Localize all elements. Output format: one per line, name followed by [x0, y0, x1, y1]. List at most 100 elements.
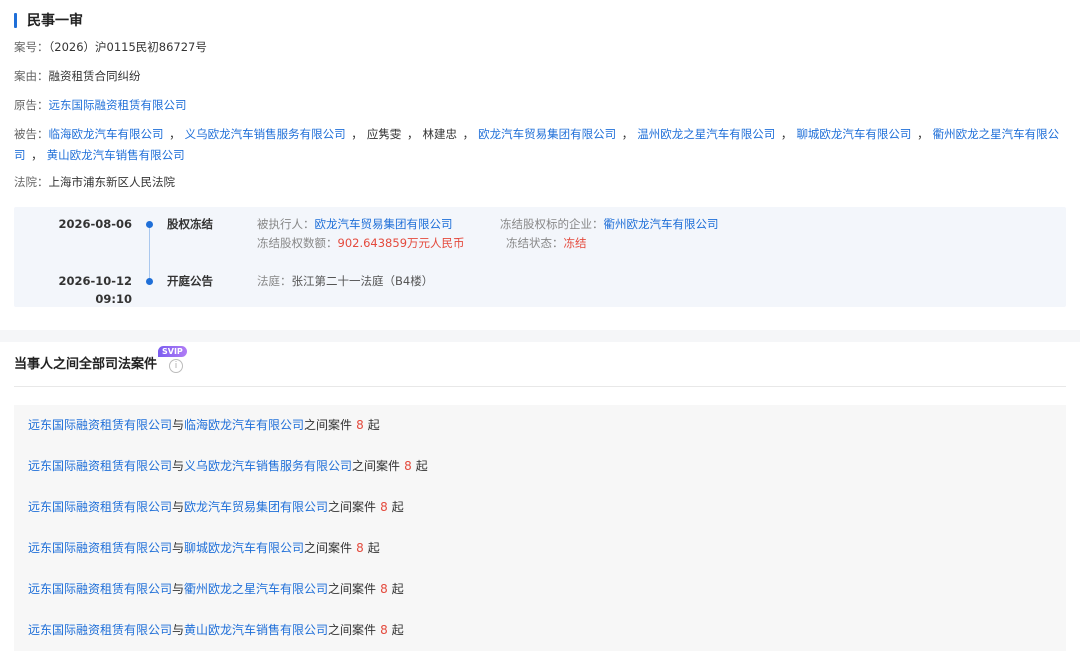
related-case-item: 远东国际融资租赁有限公司与聊城欧龙汽车有限公司之间案件 8 起 — [28, 539, 380, 557]
plaintiff-row: 原告：远东国际融资租赁有限公司 — [14, 95, 187, 116]
unit-text: 起 — [391, 582, 404, 596]
section-divider — [0, 330, 1080, 342]
between-text: 之间案件 — [352, 459, 401, 473]
unit-text: 起 — [391, 623, 404, 637]
party-a-link[interactable]: 远东国际融资租赁有限公司 — [28, 459, 172, 473]
timeline-connector — [149, 224, 150, 284]
between-text: 之间案件 — [304, 418, 353, 432]
unit-text: 起 — [391, 500, 404, 514]
defendant-separator: ， — [913, 127, 929, 141]
executed-party: 被执行人：欧龙汽车贸易集团有限公司 — [257, 215, 453, 233]
connector-text: 与 — [172, 500, 185, 514]
related-case-item: 远东国际融资租赁有限公司与黄山欧龙汽车销售有限公司之间案件 8 起 — [28, 621, 404, 639]
unit-text: 起 — [415, 459, 428, 473]
timeline-date: 2026-10-12 09:10 — [14, 272, 132, 308]
party-b-link[interactable]: 衢州欧龙之星汽车有限公司 — [184, 582, 328, 596]
executed-label: 被执行人： — [257, 217, 315, 231]
case-cause: 融资租赁合同纠纷 — [48, 69, 141, 83]
case-count[interactable]: 8 — [380, 582, 388, 596]
timeline-dot — [146, 278, 153, 285]
defendants-row: 被告：临海欧龙汽车有限公司 ，义乌欧龙汽车销售服务有限公司 ，应隽雯 ，林建忠 … — [14, 124, 1066, 166]
defendant-separator: ， — [618, 127, 634, 141]
defendant-link[interactable]: 临海欧龙汽车有限公司 — [49, 127, 164, 141]
timeline-type: 股权冻结 — [167, 217, 213, 231]
amount-label: 冻结股权数额： — [257, 236, 338, 250]
plaintiff-label: 原告： — [14, 98, 49, 112]
case-title-text: 民事一审 — [27, 13, 83, 29]
court-label: 法院： — [14, 175, 49, 189]
party-b-link[interactable]: 黄山欧龙汽车销售有限公司 — [184, 623, 328, 637]
svip-badge: SVIP — [158, 346, 187, 357]
defendant-separator: ， — [777, 127, 793, 141]
related-case-item: 远东国际融资租赁有限公司与临海欧龙汽车有限公司之间案件 8 起 — [28, 416, 380, 434]
case-title: 民事一审 — [14, 10, 83, 30]
between-text: 之间案件 — [328, 623, 377, 637]
party-b-link[interactable]: 临海欧龙汽车有限公司 — [184, 418, 304, 432]
case-detail-section: 民事一审 案号：（2026）沪0115民初86727号 案由：融资租赁合同纠纷 … — [0, 0, 1080, 330]
defendant-link[interactable]: 欧龙汽车贸易集团有限公司 — [478, 127, 616, 141]
defendant-link[interactable]: 黄山欧龙汽车销售有限公司 — [47, 148, 185, 162]
party-b-link[interactable]: 聊城欧龙汽车有限公司 — [184, 541, 304, 555]
status-value: 冻结 — [563, 236, 587, 250]
case-count[interactable]: 8 — [356, 541, 364, 555]
case-number-row: 案号：（2026）沪0115民初86727号 — [14, 37, 207, 58]
case-number-label: 案号： — [14, 40, 49, 54]
defendant-link[interactable]: 聊城欧龙汽车有限公司 — [796, 127, 911, 141]
timeline-date-day: 2026-10-12 — [58, 274, 132, 288]
defendant-name: 应隽雯 — [366, 127, 402, 141]
freeze-status: 冻结状态：冻结 — [506, 234, 587, 252]
amount-value: 902.643859万元人民币 — [337, 236, 465, 250]
party-a-link[interactable]: 远东国际融资租赁有限公司 — [28, 623, 172, 637]
case-timeline: 2026-08-06 股权冻结 被执行人：欧龙汽车贸易集团有限公司 冻结股权标的… — [14, 207, 1066, 307]
case-count[interactable]: 8 — [380, 623, 388, 637]
hearing-court-label: 法庭： — [257, 274, 292, 288]
unit-text: 起 — [367, 541, 380, 555]
timeline-type: 开庭公告 — [167, 274, 213, 288]
frozen-amount: 冻结股权数额：902.643859万元人民币 — [257, 234, 465, 252]
connector-text: 与 — [172, 541, 185, 555]
connector-text: 与 — [172, 623, 185, 637]
frozen-target: 冻结股权标的企业：衢州欧龙汽车有限公司 — [500, 215, 719, 233]
executed-link[interactable]: 欧龙汽车贸易集团有限公司 — [315, 217, 453, 231]
between-text: 之间案件 — [328, 582, 377, 596]
party-b-link[interactable]: 义乌欧龙汽车销售服务有限公司 — [184, 459, 352, 473]
timeline-date: 2026-08-06 — [58, 217, 132, 231]
target-link[interactable]: 衢州欧龙汽车有限公司 — [604, 217, 719, 231]
court-row: 法院：上海市浦东新区人民法院 — [14, 172, 175, 193]
party-b-link[interactable]: 欧龙汽车贸易集团有限公司 — [184, 500, 328, 514]
timeline-date-time: 09:10 — [95, 292, 132, 306]
defendant-separator: ， — [458, 127, 475, 141]
defendant-separator: ， — [165, 127, 181, 141]
plaintiff-link[interactable]: 远东国际融资租赁有限公司 — [49, 98, 187, 112]
party-a-link[interactable]: 远东国际融资租赁有限公司 — [28, 500, 172, 514]
related-case-item: 远东国际融资租赁有限公司与衢州欧龙之星汽车有限公司之间案件 8 起 — [28, 580, 404, 598]
case-count[interactable]: 8 — [380, 500, 388, 514]
defendant-separator: ， — [403, 127, 419, 141]
court-name: 上海市浦东新区人民法院 — [48, 175, 176, 189]
connector-text: 与 — [172, 459, 185, 473]
defendant-label: 被告： — [14, 127, 49, 141]
connector-text: 与 — [172, 418, 185, 432]
status-label: 冻结状态： — [506, 236, 564, 250]
title-accent-bar — [14, 12, 17, 28]
title-divider — [14, 386, 1066, 387]
hearing-court-value: 张江第二十一法庭（B4楼） — [291, 274, 434, 288]
party-a-link[interactable]: 远东国际融资租赁有限公司 — [28, 418, 172, 432]
defendant-link[interactable]: 义乌欧龙汽车销售服务有限公司 — [185, 127, 346, 141]
party-a-link[interactable]: 远东国际融资租赁有限公司 — [28, 541, 172, 555]
timeline-dot — [146, 221, 153, 228]
info-icon[interactable]: i — [169, 359, 183, 373]
target-label: 冻结股权标的企业： — [500, 217, 604, 231]
defendant-separator: ， — [347, 127, 363, 141]
related-cases-section: 当事人之间全部司法案件 SVIP i 远东国际融资租赁有限公司与临海欧龙汽车有限… — [0, 342, 1080, 657]
case-cause-row: 案由：融资租赁合同纠纷 — [14, 66, 141, 87]
case-cause-label: 案由： — [14, 69, 49, 83]
defendant-name: 林建忠 — [422, 127, 457, 141]
case-count[interactable]: 8 — [404, 459, 412, 473]
hearing-court: 法庭：张江第二十一法庭（B4楼） — [257, 272, 433, 290]
party-a-link[interactable]: 远东国际融资租赁有限公司 — [28, 582, 172, 596]
case-count[interactable]: 8 — [356, 418, 364, 432]
defendant-link[interactable]: 温州欧龙之星汽车有限公司 — [637, 127, 775, 141]
connector-text: 与 — [172, 582, 185, 596]
related-cases-list: 远东国际融资租赁有限公司与临海欧龙汽车有限公司之间案件 8 起远东国际融资租赁有限公… — [14, 405, 1066, 651]
